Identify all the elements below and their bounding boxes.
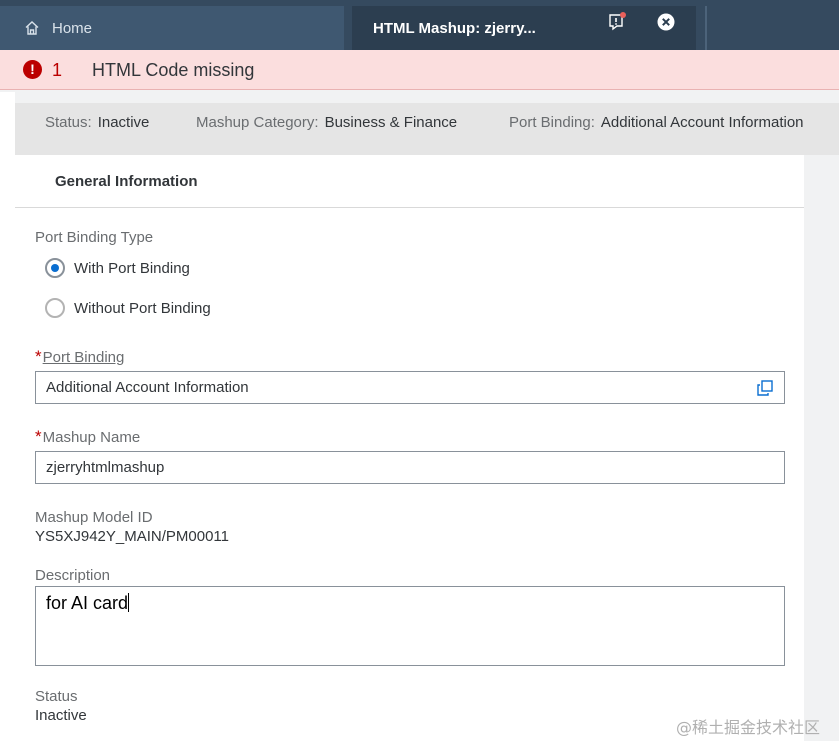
port-binding-input[interactable]: Additional Account Information xyxy=(35,371,785,404)
radio-without-port-binding-label: Without Port Binding xyxy=(74,299,211,317)
value-help-icon[interactable] xyxy=(756,379,774,397)
port-binding-type-label: Port Binding Type xyxy=(35,229,154,246)
header-port-binding-label: Port Binding: xyxy=(509,114,595,131)
error-icon: ! xyxy=(23,60,42,79)
section-general-information[interactable]: General Information xyxy=(55,173,198,190)
notification-icon xyxy=(609,12,626,31)
description-textarea[interactable]: for AI card xyxy=(35,586,785,666)
radio-without-port-binding[interactable]: Without Port Binding xyxy=(45,298,211,318)
mashup-name-input[interactable]: zjerryhtmlmashup xyxy=(35,451,785,484)
port-binding-label[interactable]: *Port Binding xyxy=(35,347,124,367)
tab-home-label: Home xyxy=(52,19,93,37)
radio-with-port-binding[interactable]: With Port Binding xyxy=(45,258,190,278)
required-marker: * xyxy=(35,427,42,446)
header-port-binding: Port Binding: Additional Account Informat… xyxy=(509,114,804,131)
port-binding-label-text: Port Binding xyxy=(42,349,125,366)
radio-selected-icon xyxy=(45,258,65,278)
mashup-model-id-value: YS5XJ942Y_MAIN/PM00011 xyxy=(35,528,229,545)
tab-separator xyxy=(705,6,707,50)
header-port-binding-value: Additional Account Information xyxy=(600,114,804,131)
header-mashup-category: Mashup Category: Business & Finance xyxy=(196,114,457,131)
error-count: 1 xyxy=(52,60,63,80)
radio-unselected-icon xyxy=(45,298,65,318)
radio-with-port-binding-label: With Port Binding xyxy=(74,259,190,277)
home-icon xyxy=(25,21,39,35)
mashup-model-id-label: Mashup Model ID xyxy=(35,509,153,526)
mashup-name-label-text: Mashup Name xyxy=(42,429,141,446)
left-gutter xyxy=(0,92,15,741)
tab-home[interactable]: Home xyxy=(0,6,344,50)
status-value: Inactive xyxy=(35,707,87,724)
required-marker: * xyxy=(35,347,42,366)
tab-html-mashup[interactable]: HTML Mashup: zjerry... xyxy=(352,6,696,50)
header-category-value: Business & Finance xyxy=(324,114,458,131)
close-icon xyxy=(657,13,675,31)
mashup-name-value: zjerryhtmlmashup xyxy=(46,459,165,476)
general-information-panel: General Information Port Binding Type Wi… xyxy=(15,155,804,741)
close-tab-button[interactable] xyxy=(655,11,677,33)
header-category-label: Mashup Category: xyxy=(196,114,319,131)
header-status-label: Status: xyxy=(45,114,92,131)
error-message: HTML Code missing xyxy=(92,60,255,80)
description-label: Description xyxy=(35,567,111,584)
watermark: @稀土掘金技术社区 xyxy=(676,718,821,737)
mashup-name-label: *Mashup Name xyxy=(35,427,140,447)
section-divider xyxy=(15,207,804,208)
object-header: Status: Inactive Mashup Category: Business… xyxy=(15,103,839,155)
header-status-value: Inactive xyxy=(97,114,150,131)
description-value: for AI card xyxy=(46,593,129,613)
shell-tab-bar: Home HTML Mashup: zjerry... xyxy=(0,0,839,50)
status-label: Status xyxy=(35,688,78,705)
message-strip[interactable]: ! 1 HTML Code missing xyxy=(0,50,839,90)
tab-html-mashup-label: HTML Mashup: zjerry... xyxy=(373,19,536,37)
notification-button[interactable] xyxy=(606,11,628,33)
text-caret xyxy=(128,593,130,612)
header-status: Status: Inactive xyxy=(45,114,149,131)
port-binding-value: Additional Account Information xyxy=(46,379,249,396)
